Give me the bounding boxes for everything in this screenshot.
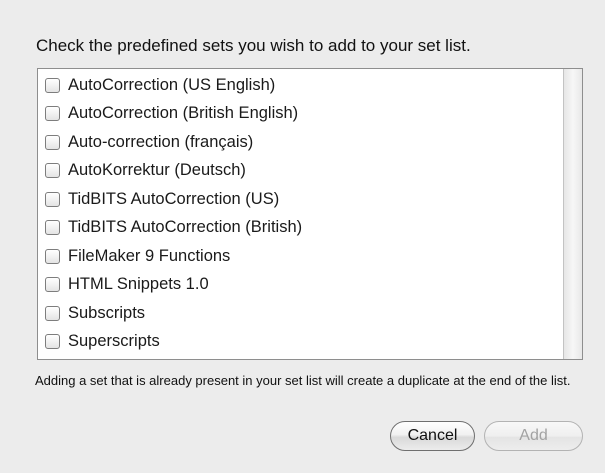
- cancel-button[interactable]: Cancel: [390, 421, 475, 451]
- list-item[interactable]: Auto-correction (français): [38, 128, 558, 157]
- list-item[interactable]: FileMaker 9 Functions: [38, 242, 558, 271]
- set-checkbox[interactable]: [45, 334, 60, 350]
- add-button[interactable]: Add: [484, 421, 583, 451]
- set-checkbox[interactable]: [45, 106, 60, 122]
- list-item[interactable]: HTML Snippets 1.0: [38, 271, 558, 300]
- list-item[interactable]: Subscripts: [38, 299, 558, 328]
- list-item[interactable]: Superscripts: [38, 328, 558, 357]
- list-item[interactable]: TidBITS AutoCorrection (US): [38, 185, 558, 214]
- sets-list[interactable]: AutoCorrection (US English) AutoCorrecti…: [37, 68, 583, 360]
- set-label: TidBITS AutoCorrection (British): [68, 218, 303, 237]
- set-checkbox[interactable]: [45, 277, 60, 293]
- set-checkbox[interactable]: [45, 77, 60, 93]
- set-checkbox[interactable]: [45, 191, 60, 207]
- list-item[interactable]: AutoKorrektur (Deutsch): [38, 157, 558, 186]
- vertical-scrollbar[interactable]: [563, 69, 582, 359]
- sets-list-items: AutoCorrection (US English) AutoCorrecti…: [38, 71, 558, 356]
- set-label: AutoCorrection (British English): [68, 104, 299, 123]
- list-item[interactable]: AutoCorrection (British English): [38, 100, 558, 129]
- list-item[interactable]: TidBITS AutoCorrection (British): [38, 214, 558, 243]
- set-label: FileMaker 9 Functions: [68, 246, 231, 265]
- set-label: AutoKorrektur (Deutsch): [68, 161, 246, 180]
- set-label: HTML Snippets 1.0: [68, 275, 209, 294]
- dialog-prompt: Check the predefined sets you wish to ad…: [36, 36, 471, 55]
- set-checkbox[interactable]: [45, 163, 60, 179]
- set-label: TidBITS AutoCorrection (US): [68, 189, 280, 208]
- set-checkbox[interactable]: [45, 220, 60, 236]
- add-sets-dialog: Check the predefined sets you wish to ad…: [0, 0, 605, 473]
- set-label: Superscripts: [68, 332, 160, 351]
- set-checkbox[interactable]: [45, 305, 60, 321]
- set-label: AutoCorrection (US English): [68, 75, 276, 94]
- set-checkbox[interactable]: [45, 248, 60, 264]
- list-item[interactable]: AutoCorrection (US English): [38, 71, 558, 100]
- duplicate-warning-note: Adding a set that is already present in …: [35, 373, 571, 388]
- set-label: Auto-correction (français): [68, 132, 254, 151]
- set-checkbox[interactable]: [45, 134, 60, 150]
- set-label: Subscripts: [68, 303, 146, 322]
